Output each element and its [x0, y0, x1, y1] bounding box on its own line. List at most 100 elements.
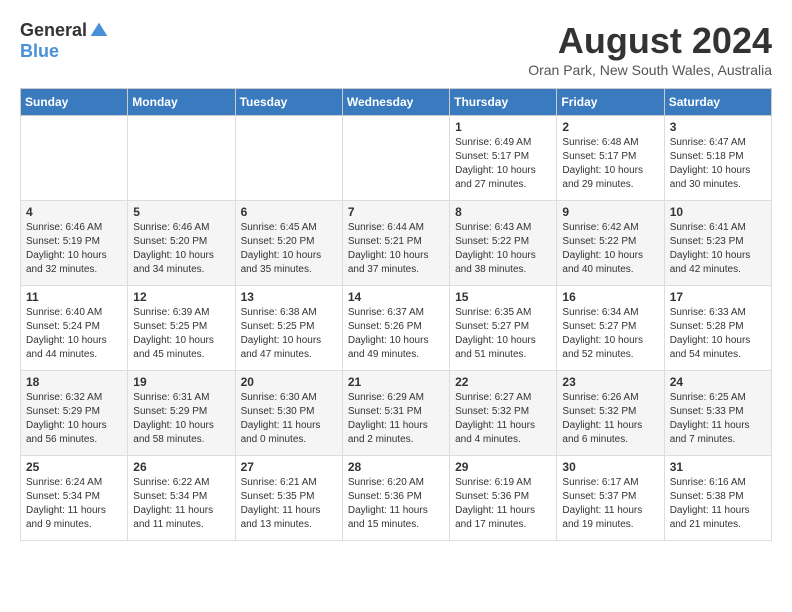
day-info: Sunrise: 6:16 AMSunset: 5:38 PMDaylight:… [670, 476, 766, 532]
day-info: Sunrise: 6:27 AMSunset: 5:32 PMDaylight:… [455, 391, 551, 447]
calendar-cell: 22 Sunrise: 6:27 AMSunset: 5:32 PMDayligh… [450, 371, 557, 456]
day-info: Sunrise: 6:21 AMSunset: 5:35 PMDaylight:… [241, 476, 337, 532]
calendar-cell: 1 Sunrise: 6:49 AMSunset: 5:17 PMDaylight… [450, 116, 557, 201]
calendar-cell: 3 Sunrise: 6:47 AMSunset: 5:18 PMDaylight… [664, 116, 771, 201]
day-info: Sunrise: 6:37 AMSunset: 5:26 PMDaylight:… [348, 306, 444, 362]
calendar-cell [235, 116, 342, 201]
day-number: 31 [670, 460, 766, 474]
day-number: 19 [133, 375, 229, 389]
calendar-cell: 14 Sunrise: 6:37 AMSunset: 5:26 PMDayligh… [342, 286, 449, 371]
day-number: 13 [241, 290, 337, 304]
day-number: 6 [241, 205, 337, 219]
header-thursday: Thursday [450, 89, 557, 116]
day-info: Sunrise: 6:46 AMSunset: 5:19 PMDaylight:… [26, 221, 122, 277]
logo-blue: Blue [20, 41, 59, 62]
calendar-cell [128, 116, 235, 201]
header-saturday: Saturday [664, 89, 771, 116]
day-number: 2 [562, 120, 658, 134]
calendar-cell: 23 Sunrise: 6:26 AMSunset: 5:32 PMDayligh… [557, 371, 664, 456]
day-number: 11 [26, 290, 122, 304]
calendar-cell: 29Sunrise: 6:19 AMSunset: 5:36 PMDayligh… [450, 456, 557, 541]
header-wednesday: Wednesday [342, 89, 449, 116]
calendar-cell: 2 Sunrise: 6:48 AMSunset: 5:17 PMDaylight… [557, 116, 664, 201]
day-number: 26 [133, 460, 229, 474]
calendar-header-row: SundayMondayTuesdayWednesdayThursdayFrid… [21, 89, 772, 116]
day-number: 25 [26, 460, 122, 474]
title-block: August 2024 Oran Park, New South Wales, … [528, 20, 772, 78]
calendar-cell: 18Sunrise: 6:32 AMSunset: 5:29 PMDayligh… [21, 371, 128, 456]
day-info: Sunrise: 6:17 AMSunset: 5:37 PMDaylight:… [562, 476, 658, 532]
calendar-cell [21, 116, 128, 201]
day-info: Sunrise: 6:29 AMSunset: 5:31 PMDaylight:… [348, 391, 444, 447]
calendar-cell: 7 Sunrise: 6:44 AMSunset: 5:21 PMDaylight… [342, 201, 449, 286]
day-info: Sunrise: 6:44 AMSunset: 5:21 PMDaylight:… [348, 221, 444, 277]
calendar-cell: 11 Sunrise: 6:40 AMSunset: 5:24 PMDayligh… [21, 286, 128, 371]
day-info: Sunrise: 6:22 AMSunset: 5:34 PMDaylight:… [133, 476, 229, 532]
header-friday: Friday [557, 89, 664, 116]
header-sunday: Sunday [21, 89, 128, 116]
day-info: Sunrise: 6:33 AMSunset: 5:28 PMDaylight:… [670, 306, 766, 362]
calendar-cell: 12 Sunrise: 6:39 AMSunset: 5:25 PMDayligh… [128, 286, 235, 371]
calendar-cell: 15 Sunrise: 6:35 AMSunset: 5:27 PMDayligh… [450, 286, 557, 371]
calendar-cell: 30Sunrise: 6:17 AMSunset: 5:37 PMDayligh… [557, 456, 664, 541]
day-number: 10 [670, 205, 766, 219]
location-subtitle: Oran Park, New South Wales, Australia [528, 62, 772, 78]
day-number: 20 [241, 375, 337, 389]
calendar-cell: 5Sunrise: 6:46 AMSunset: 5:20 PMDaylight… [128, 201, 235, 286]
day-number: 12 [133, 290, 229, 304]
calendar-cell: 13 Sunrise: 6:38 AMSunset: 5:25 PMDayligh… [235, 286, 342, 371]
day-info: Sunrise: 6:46 AMSunset: 5:20 PMDaylight:… [133, 221, 229, 277]
day-number: 23 [562, 375, 658, 389]
day-number: 3 [670, 120, 766, 134]
calendar-cell: 8 Sunrise: 6:43 AMSunset: 5:22 PMDaylight… [450, 201, 557, 286]
calendar-cell: 17 Sunrise: 6:33 AMSunset: 5:28 PMDayligh… [664, 286, 771, 371]
calendar-cell: 26 Sunrise: 6:22 AMSunset: 5:34 PMDayligh… [128, 456, 235, 541]
day-info: Sunrise: 6:35 AMSunset: 5:27 PMDaylight:… [455, 306, 551, 362]
calendar-week-row: 4 Sunrise: 6:46 AMSunset: 5:19 PMDaylight… [21, 201, 772, 286]
calendar-cell: 31 Sunrise: 6:16 AMSunset: 5:38 PMDayligh… [664, 456, 771, 541]
day-number: 16 [562, 290, 658, 304]
day-info: Sunrise: 6:19 AMSunset: 5:36 PMDaylight:… [455, 476, 551, 532]
logo-icon [89, 21, 109, 41]
day-info: Sunrise: 6:39 AMSunset: 5:25 PMDaylight:… [133, 306, 229, 362]
calendar-cell: 4 Sunrise: 6:46 AMSunset: 5:19 PMDaylight… [21, 201, 128, 286]
day-number: 15 [455, 290, 551, 304]
calendar-cell: 9Sunrise: 6:42 AMSunset: 5:22 PMDaylight… [557, 201, 664, 286]
day-number: 28 [348, 460, 444, 474]
day-number: 17 [670, 290, 766, 304]
day-info: Sunrise: 6:31 AMSunset: 5:29 PMDaylight:… [133, 391, 229, 447]
day-info: Sunrise: 6:26 AMSunset: 5:32 PMDaylight:… [562, 391, 658, 447]
day-number: 7 [348, 205, 444, 219]
day-info: Sunrise: 6:38 AMSunset: 5:25 PMDaylight:… [241, 306, 337, 362]
day-info: Sunrise: 6:43 AMSunset: 5:22 PMDaylight:… [455, 221, 551, 277]
day-number: 27 [241, 460, 337, 474]
day-info: Sunrise: 6:41 AMSunset: 5:23 PMDaylight:… [670, 221, 766, 277]
day-info: Sunrise: 6:25 AMSunset: 5:33 PMDaylight:… [670, 391, 766, 447]
calendar-week-row: 25Sunrise: 6:24 AMSunset: 5:34 PMDayligh… [21, 456, 772, 541]
calendar-cell: 10 Sunrise: 6:41 AMSunset: 5:23 PMDayligh… [664, 201, 771, 286]
header-tuesday: Tuesday [235, 89, 342, 116]
day-info: Sunrise: 6:40 AMSunset: 5:24 PMDaylight:… [26, 306, 122, 362]
day-number: 9 [562, 205, 658, 219]
calendar-cell: 28 Sunrise: 6:20 AMSunset: 5:36 PMDayligh… [342, 456, 449, 541]
day-info: Sunrise: 6:34 AMSunset: 5:27 PMDaylight:… [562, 306, 658, 362]
day-number: 4 [26, 205, 122, 219]
calendar-table: SundayMondayTuesdayWednesdayThursdayFrid… [20, 88, 772, 541]
calendar-cell: 6 Sunrise: 6:45 AMSunset: 5:20 PMDaylight… [235, 201, 342, 286]
day-info: Sunrise: 6:45 AMSunset: 5:20 PMDaylight:… [241, 221, 337, 277]
header-monday: Monday [128, 89, 235, 116]
day-number: 21 [348, 375, 444, 389]
day-number: 22 [455, 375, 551, 389]
calendar-cell [342, 116, 449, 201]
day-number: 24 [670, 375, 766, 389]
calendar-cell: 27 Sunrise: 6:21 AMSunset: 5:35 PMDayligh… [235, 456, 342, 541]
day-info: Sunrise: 6:20 AMSunset: 5:36 PMDaylight:… [348, 476, 444, 532]
day-info: Sunrise: 6:49 AMSunset: 5:17 PMDaylight:… [455, 136, 551, 192]
day-info: Sunrise: 6:48 AMSunset: 5:17 PMDaylight:… [562, 136, 658, 192]
day-info: Sunrise: 6:47 AMSunset: 5:18 PMDaylight:… [670, 136, 766, 192]
calendar-cell: 21 Sunrise: 6:29 AMSunset: 5:31 PMDayligh… [342, 371, 449, 456]
calendar-cell: 16 Sunrise: 6:34 AMSunset: 5:27 PMDayligh… [557, 286, 664, 371]
day-number: 8 [455, 205, 551, 219]
day-number: 1 [455, 120, 551, 134]
day-number: 14 [348, 290, 444, 304]
